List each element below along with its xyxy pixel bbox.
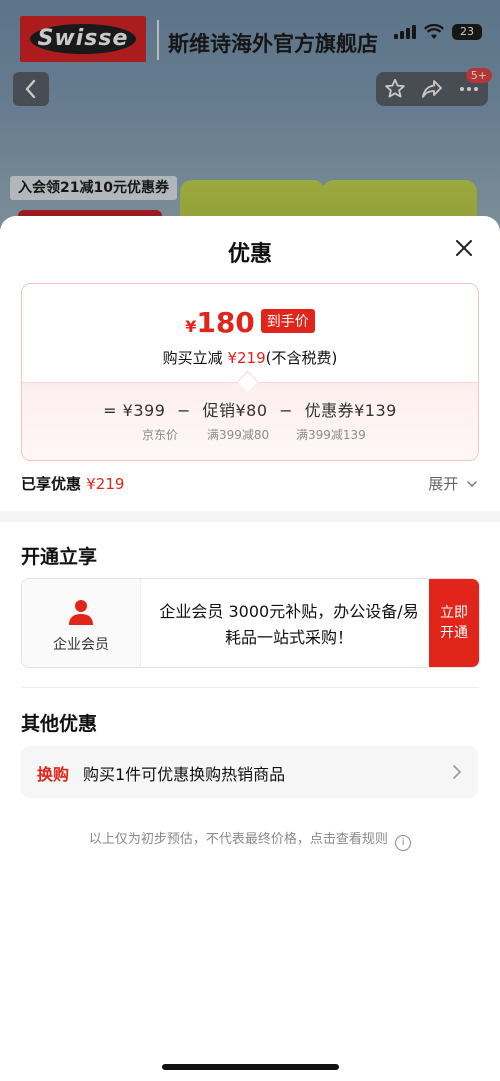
instant-discount-amount: ¥219 [227, 349, 266, 367]
final-price: 180 [196, 306, 255, 339]
chevron-down-icon [467, 481, 477, 487]
enjoyed-discount: 已享优惠 ¥219 [21, 473, 124, 494]
instant-discount-label: 购买立减 [162, 349, 223, 367]
home-indicator [162, 1064, 339, 1070]
open-button-line2: 开通 [440, 625, 468, 641]
minus-sign: − [279, 401, 294, 420]
jd-price-caption: 京东价 [142, 428, 179, 442]
swap-tag: 换购 [37, 765, 70, 784]
promo-value: 促销¥80 [202, 401, 268, 420]
coupon-value: 优惠券¥139 [304, 401, 397, 420]
final-price-section: ¥180 到手价 购买立减 ¥219(不含税费) [22, 284, 478, 382]
enterprise-member-card[interactable]: 企业会员 企业会员 3000元补贴，办公设备/易耗品一站式采购！ 立即 开通 [21, 578, 480, 668]
other-benefits-title: 其他优惠 [21, 713, 98, 735]
user-icon [69, 600, 93, 625]
minus-sign: − [176, 401, 191, 420]
chevron-right-icon [453, 765, 462, 779]
member-description: 企业会员 3000元补贴，办公设备/易耗品一站式采购！ [159, 602, 419, 647]
open-membership-button[interactable]: 立即 开通 [429, 579, 479, 667]
enjoyed-amount: ¥219 [86, 475, 125, 493]
promo-caption: 满399减80 [207, 428, 270, 442]
close-icon[interactable] [452, 236, 476, 260]
member-label: 企业会员 [53, 637, 109, 653]
price-breakdown-card: ¥180 到手价 购买立减 ¥219(不含税费) = ¥399 − 促销¥80 −… [21, 283, 479, 461]
jd-price-value: ¥399 [122, 401, 166, 420]
discount-sheet: 优惠 ¥180 到手价 购买立减 ¥219(不含税费) = ¥399 − 促销¥8… [0, 216, 500, 1081]
sheet-title: 优惠 [227, 242, 272, 267]
price-formula-row: = ¥399 − 促销¥80 − 优惠券¥139 [22, 397, 478, 421]
info-icon[interactable]: i [395, 835, 412, 851]
final-price-row: ¥180 到手价 [22, 306, 478, 339]
open-benefits-title: 开通立享 [21, 546, 98, 568]
swap-text: 购买1件可优惠换购热销商品 [83, 765, 286, 784]
instant-discount-row: 购买立减 ¥219(不含税费) [22, 347, 478, 368]
currency-symbol: ¥ [185, 317, 197, 336]
final-price-tag: 到手价 [260, 309, 315, 333]
expand-label: 展开 [428, 475, 459, 493]
member-badge: 企业会员 [22, 579, 141, 667]
coupon-caption: 满399减139 [296, 428, 366, 442]
equals-sign: = [103, 401, 118, 420]
open-button-line1: 立即 [440, 605, 468, 621]
instant-discount-note: (不含税费) [265, 349, 338, 367]
swap-offer-row[interactable]: 换购 购买1件可优惠换购热销商品 [21, 746, 478, 798]
price-formula-section [22, 382, 478, 460]
enjoyed-label: 已享优惠 [21, 475, 82, 493]
divider [21, 687, 478, 688]
footnote-text: 以上仅为初步预估，不代表最终价格，点击查看规则 [88, 832, 388, 847]
section-separator [0, 511, 500, 522]
expand-toggle[interactable]: 展开 [428, 473, 478, 494]
rules-footnote[interactable]: 以上仅为初步预估，不代表最终价格，点击查看规则 i [0, 828, 500, 851]
